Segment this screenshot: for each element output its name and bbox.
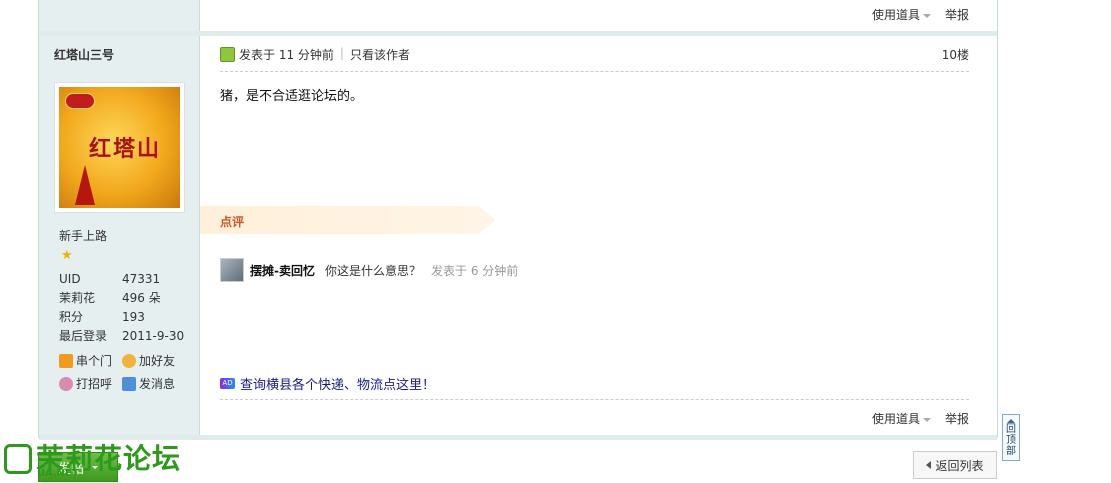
- arrow-up-icon: [1007, 419, 1015, 423]
- author-stats: UID 47331 茉莉花 496 朵 积分 193 最后登录 2011-9-30: [59, 270, 184, 346]
- stat-value: 496 朵: [122, 291, 161, 305]
- chevron-down-icon: [922, 417, 931, 422]
- back-to-list-label: 返回列表: [935, 458, 984, 473]
- post-container: 红塔山三号 红塔山 新手上路 ★ UID 47331 茉莉花 496 朵 积分 193…: [38, 0, 998, 440]
- commenter-avatar[interactable]: [220, 258, 244, 282]
- send-message-label: 发消息: [139, 377, 176, 391]
- send-message-link[interactable]: 发消息: [122, 375, 192, 392]
- add-friend-label: 加好友: [139, 354, 176, 368]
- divider: [220, 399, 969, 400]
- report-link[interactable]: 举报: [945, 6, 969, 23]
- use-tools-menu[interactable]: 使用道具: [872, 6, 931, 23]
- stat-label: 最后登录: [59, 329, 108, 343]
- post-separator: [39, 31, 997, 36]
- stat-row: 茉莉花 496 朵: [59, 289, 184, 308]
- greet-icon: [59, 376, 73, 391]
- ad-icon: AD: [220, 378, 235, 389]
- arrow-left-icon: [926, 461, 932, 469]
- stat-value: 193: [122, 310, 145, 324]
- post-header: 发表于 11 分钟前 | 只看该作者 10楼: [220, 46, 969, 72]
- ad-banner: AD 查询横县各个快递、物流点这里！: [220, 374, 435, 393]
- stat-label: 茉莉花: [59, 291, 96, 305]
- stat-row: 积分 193: [59, 308, 184, 327]
- stat-label: 积分: [59, 310, 84, 324]
- dianping-label: 点评: [220, 215, 245, 229]
- ad-link[interactable]: 查询横县各个快递、物流点这里！: [240, 374, 435, 393]
- divider: |: [339, 46, 344, 60]
- user-rank[interactable]: 新手上路: [59, 227, 107, 244]
- back-to-list-button[interactable]: 返回列表: [913, 451, 997, 479]
- avatar[interactable]: 红塔山: [54, 82, 185, 213]
- add-friend-link[interactable]: 加好友: [122, 352, 192, 369]
- author-actions: 串个门 加好友 打招呼 发消息: [59, 352, 192, 392]
- comment-time: 发表于 6 分钟前: [431, 263, 519, 278]
- post-content: 猪，是不合适逛论坛的。: [220, 89, 364, 104]
- author-sidebar: 红塔山三号 红塔山 新手上路 ★ UID 47331 茉莉花 496 朵 积分 193…: [39, 0, 200, 438]
- use-tools-label: 使用道具: [871, 8, 920, 22]
- use-tools-menu[interactable]: 使用道具: [872, 410, 931, 427]
- post-main: 使用道具 举报 发表于 11 分钟前 | 只看该作者 10楼 猪，是不合适逛论坛…: [200, 0, 997, 438]
- watermark-subtitle: UA.NET: [37, 468, 79, 479]
- comment-text: 你这是什么意思？: [324, 263, 421, 278]
- stat-label: UID: [59, 272, 81, 286]
- floor-number[interactable]: 10楼: [942, 46, 969, 63]
- visit-space-link[interactable]: 串个门: [59, 352, 122, 369]
- post-separator: [39, 435, 997, 440]
- stat-value: 47331: [122, 272, 161, 286]
- report-link[interactable]: 举报: [945, 410, 969, 427]
- mail-icon: [122, 376, 136, 391]
- site-logo-icon: [4, 444, 32, 474]
- commenter-name[interactable]: 摆摊-卖回忆: [250, 262, 315, 279]
- visit-space-label: 串个门: [76, 354, 113, 368]
- chevron-down-icon: [922, 13, 931, 18]
- avatar-image: 红塔山: [59, 87, 180, 208]
- stat-row: UID 47331: [59, 270, 184, 289]
- star-icon: ★: [61, 248, 73, 263]
- post-time: 发表于 11 分钟前: [239, 48, 334, 62]
- online-status-icon: [220, 47, 235, 62]
- site-watermark: 茉莉花论坛 UA.NET: [4, 444, 181, 479]
- author-name[interactable]: 红塔山三号: [54, 46, 114, 63]
- dianping-header: 点评: [200, 206, 496, 234]
- comment-item: 摆摊-卖回忆 你这是什么意思？ 发表于 6 分钟前: [220, 258, 518, 282]
- back-to-top-button[interactable]: 回顶部: [1002, 414, 1020, 461]
- use-tools-label: 使用道具: [871, 412, 920, 426]
- home-icon: [59, 353, 73, 368]
- brand-logo-icon: [65, 93, 95, 109]
- handshake-icon: [122, 353, 136, 368]
- only-author-link[interactable]: 只看该作者: [350, 46, 410, 63]
- post-toolbar: 使用道具 举报: [872, 410, 969, 427]
- greet-link[interactable]: 打招呼: [59, 375, 122, 392]
- prev-post-toolbar: 使用道具 举报: [872, 6, 969, 23]
- pagoda-icon: [75, 165, 95, 205]
- stat-row: 最后登录 2011-9-30: [59, 327, 184, 346]
- stat-value: 2011-9-30: [122, 329, 185, 343]
- greet-label: 打招呼: [76, 377, 113, 391]
- back-to-top-label: 回顶部: [1006, 424, 1016, 457]
- avatar-title: 红塔山: [89, 136, 162, 162]
